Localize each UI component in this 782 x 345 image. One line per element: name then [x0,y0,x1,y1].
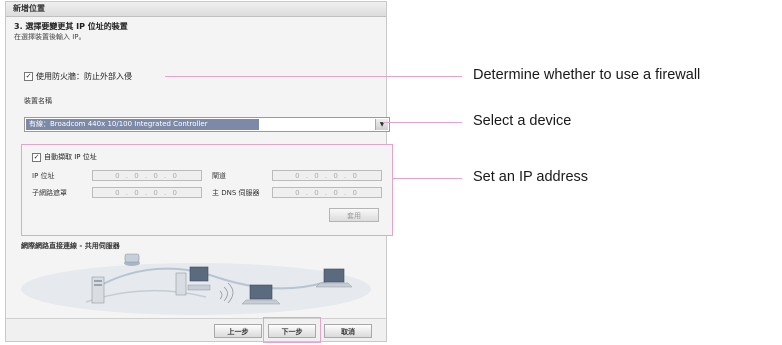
ip-callout: Set an IP address [473,169,589,185]
dialog-window: 新增位置 3. 選擇要變更其 IP 位址的裝置 在選擇裝置後輸入 IP。 ✓ 使… [5,1,393,342]
firewall-option[interactable]: ✓ 使用防火牆：防止外部入侵 [24,71,132,82]
step-title: 3. 選擇要變更其 IP 位址的裝置 [14,22,128,31]
auto-ip-checkbox[interactable]: ✓ [32,152,41,162]
server-tower-icon [91,276,105,304]
dns-label: 主 DNS 伺服器 [212,189,260,197]
device-select[interactable]: 有線：Broadcom 440x 10/100 Integrated Contr… [24,117,390,132]
dns-field[interactable]: 0 . 0 . 0 . 0 [272,187,382,198]
device-selected-value: 有線：Broadcom 440x 10/100 Integrated Contr… [26,119,259,130]
ip-callout-line [392,178,462,179]
firewall-callout-line [165,76,462,77]
firewall-checkbox[interactable]: ✓ [24,72,33,81]
device-callout: Select a device [473,113,572,129]
apply-button[interactable]: 套用 [329,208,379,222]
back-button[interactable]: 上一步 [214,324,262,338]
chevron-down-icon[interactable]: ▼ [375,119,388,130]
ip-address-label: IP 位址 [32,172,55,180]
gateway-label: 閘道 [212,172,226,180]
dialog-button-bar: 上一步 下一步 取消 [6,318,386,341]
auto-ip-label: 自動擷取 IP 位址 [44,153,97,161]
subnet-mask-field[interactable]: 0 . 0 . 0 . 0 [92,187,202,198]
ip-address-field[interactable]: 0 . 0 . 0 . 0 [92,170,202,181]
subnet-mask-label: 子網路遮罩 [32,189,67,197]
router-icon [124,253,140,266]
network-diagram [21,253,371,315]
device-name-label: 裝置名稱 [24,97,52,105]
cancel-button[interactable]: 取消 [324,324,372,338]
device-callout-line [383,122,462,123]
step-subtitle: 在選擇裝置後輸入 IP。 [14,33,86,41]
gateway-field[interactable]: 0 . 0 . 0 . 0 [272,170,382,181]
firewall-label: 使用防火牆：防止外部入侵 [36,72,132,81]
auto-ip-option[interactable]: ✓ 自動擷取 IP 位址 [32,152,97,162]
firewall-callout: Determine whether to use a firewall [473,67,701,83]
ip-settings-group: ✓ 自動擷取 IP 位址 IP 位址 0 . 0 . 0 . 0 閘道 0 . … [21,144,393,236]
next-button-highlight [263,317,321,343]
window-title: 新增位置 [6,2,386,17]
